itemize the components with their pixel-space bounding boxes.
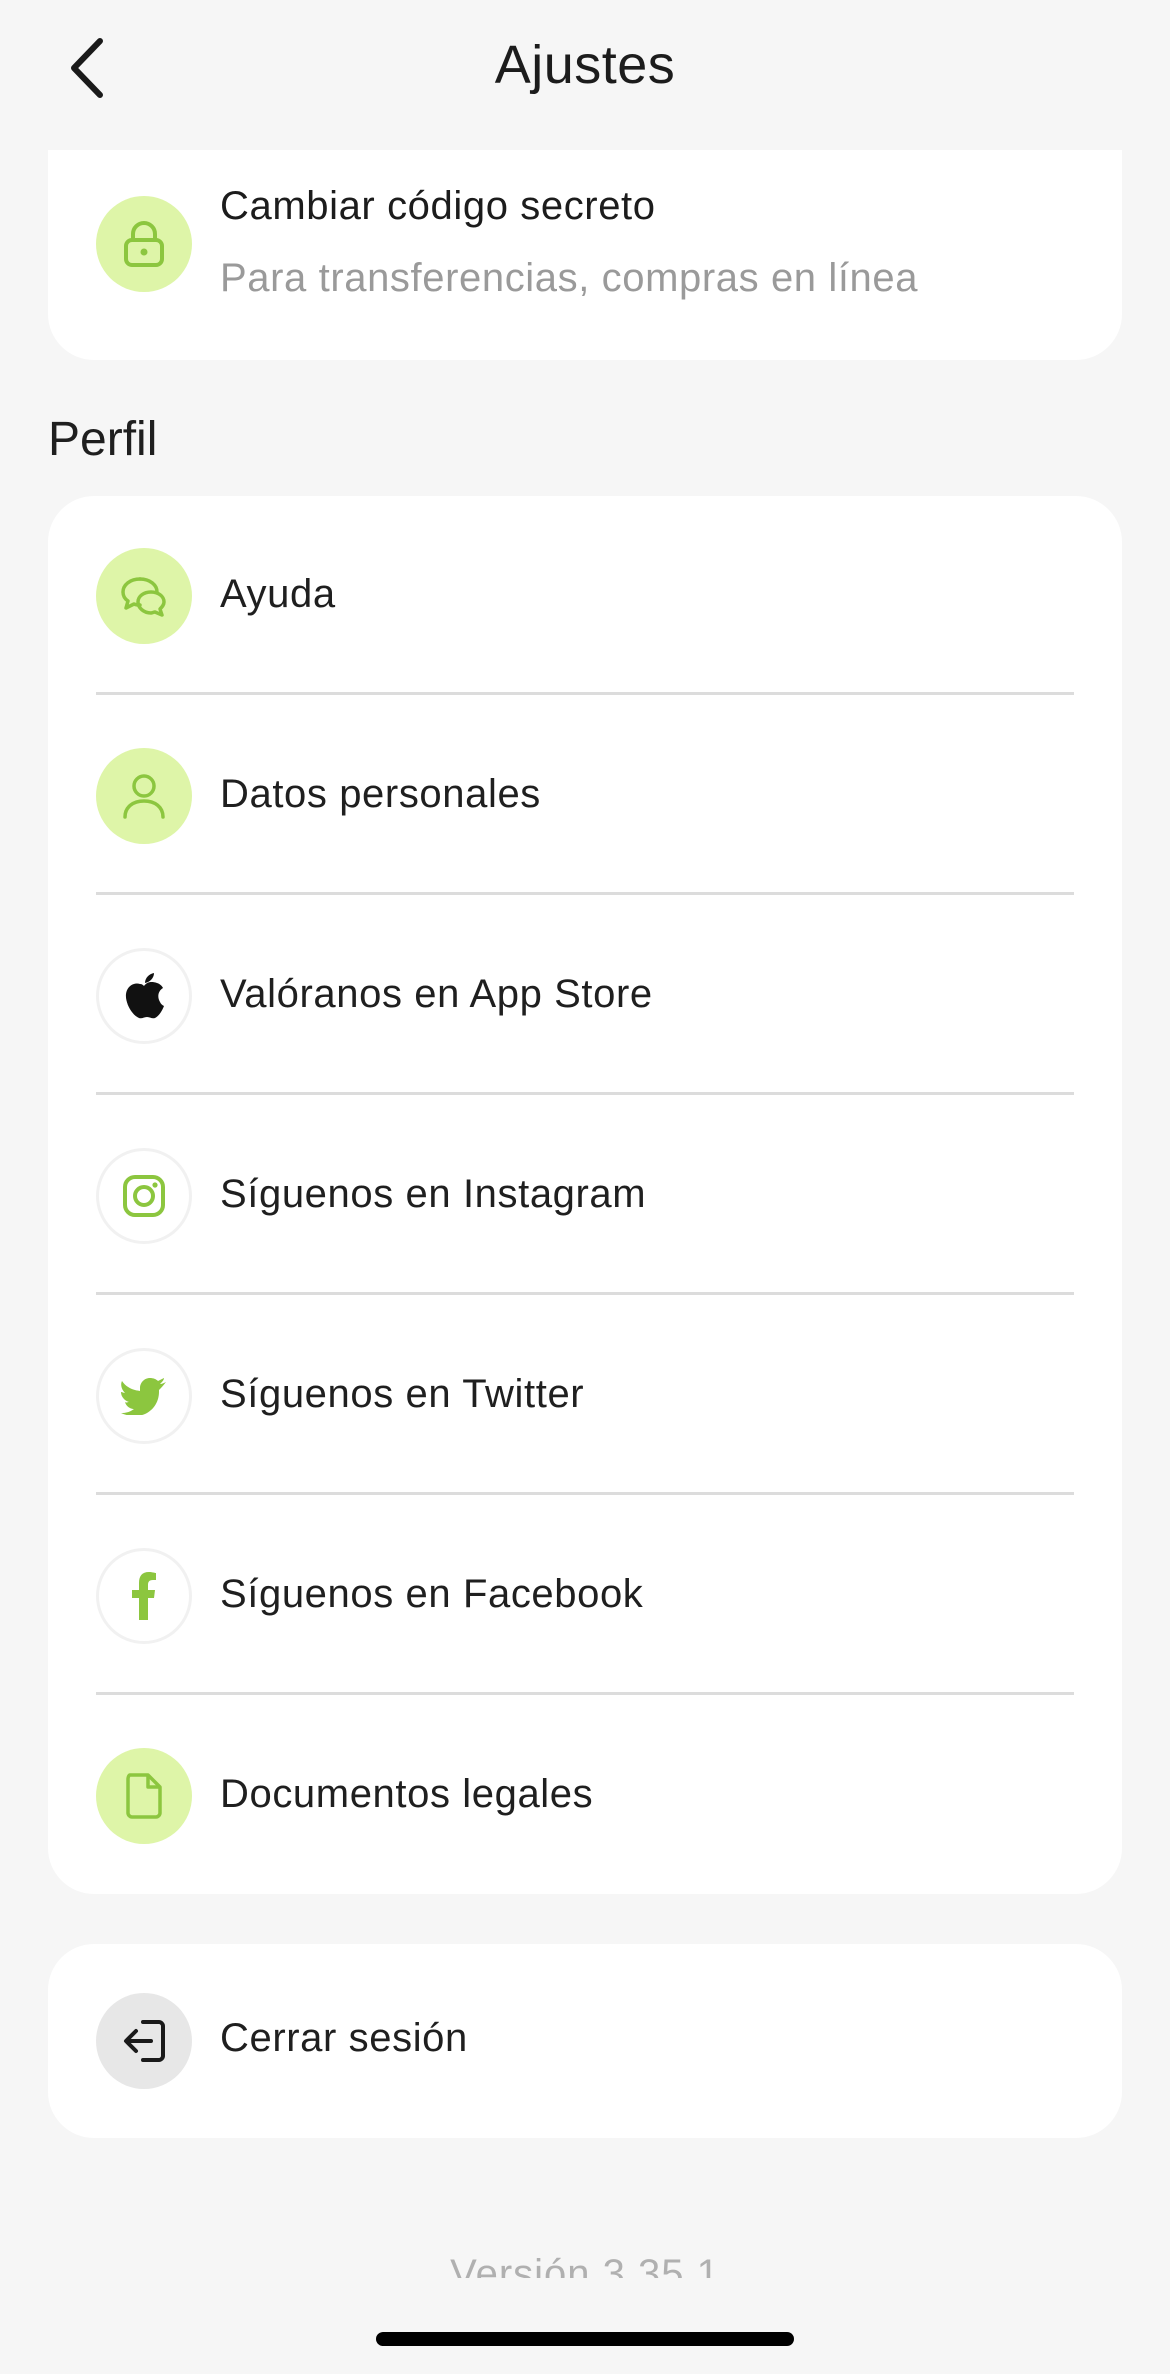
list-item-legal-documents[interactable]: Documentos legales	[48, 1696, 1122, 1896]
change-secret-code-item[interactable]: Cambiar código secreto Para transferenci…	[48, 150, 1122, 360]
top-bar: Ajustes	[0, 0, 1170, 140]
logout-label: Cerrar sesión	[220, 2016, 468, 2060]
instagram-icon	[96, 1148, 192, 1244]
app-version: Versión 3.35.1	[0, 2244, 1170, 2278]
list-item-ayuda[interactable]: Ayuda	[48, 496, 1122, 696]
document-icon	[96, 1748, 192, 1844]
divider	[96, 1292, 1074, 1295]
list-item-label: Ayuda	[220, 572, 336, 616]
app-version-text: Versión 3.35.1	[450, 2252, 720, 2278]
divider	[96, 1692, 1074, 1695]
list-item-label: Síguenos en Facebook	[220, 1572, 644, 1616]
list-item-label: Documentos legales	[220, 1772, 594, 1816]
list-item-twitter[interactable]: Síguenos en Twitter	[48, 1296, 1122, 1496]
home-indicator[interactable]	[376, 2332, 794, 2346]
user-icon	[96, 748, 192, 844]
list-item-app-store[interactable]: Valóranos en App Store	[48, 896, 1122, 1096]
change-secret-code-subtitle: Para transferencias, compras en línea	[220, 256, 919, 300]
apple-icon	[96, 948, 192, 1044]
list-item-label: Síguenos en Twitter	[220, 1372, 585, 1416]
settings-screen: Ajustes Cambiar código secreto Para tran…	[0, 0, 1170, 2374]
list-item-facebook[interactable]: Síguenos en Facebook	[48, 1496, 1122, 1696]
divider	[96, 692, 1074, 695]
profile-list: Ayuda Datos personales Valóranos en App …	[48, 496, 1122, 1894]
divider	[96, 1492, 1074, 1495]
list-item-label: Síguenos en Instagram	[220, 1172, 647, 1216]
facebook-icon	[96, 1548, 192, 1644]
lock-icon	[96, 196, 192, 292]
list-item-label: Valóranos en App Store	[220, 972, 653, 1016]
logout-icon	[96, 1993, 192, 2089]
divider	[96, 892, 1074, 895]
page-title: Ajustes	[494, 35, 676, 95]
twitter-icon	[96, 1348, 192, 1444]
list-item-personal-data[interactable]: Datos personales	[48, 696, 1122, 896]
divider	[96, 1092, 1074, 1095]
change-secret-code-title: Cambiar código secreto	[220, 184, 656, 228]
logout-button[interactable]: Cerrar sesión	[48, 1944, 1122, 2138]
list-item-instagram[interactable]: Síguenos en Instagram	[48, 1096, 1122, 1296]
profile-section-title: Perfil	[48, 413, 158, 466]
list-item-label: Datos personales	[220, 772, 541, 816]
chat-bubbles-icon	[96, 548, 192, 644]
